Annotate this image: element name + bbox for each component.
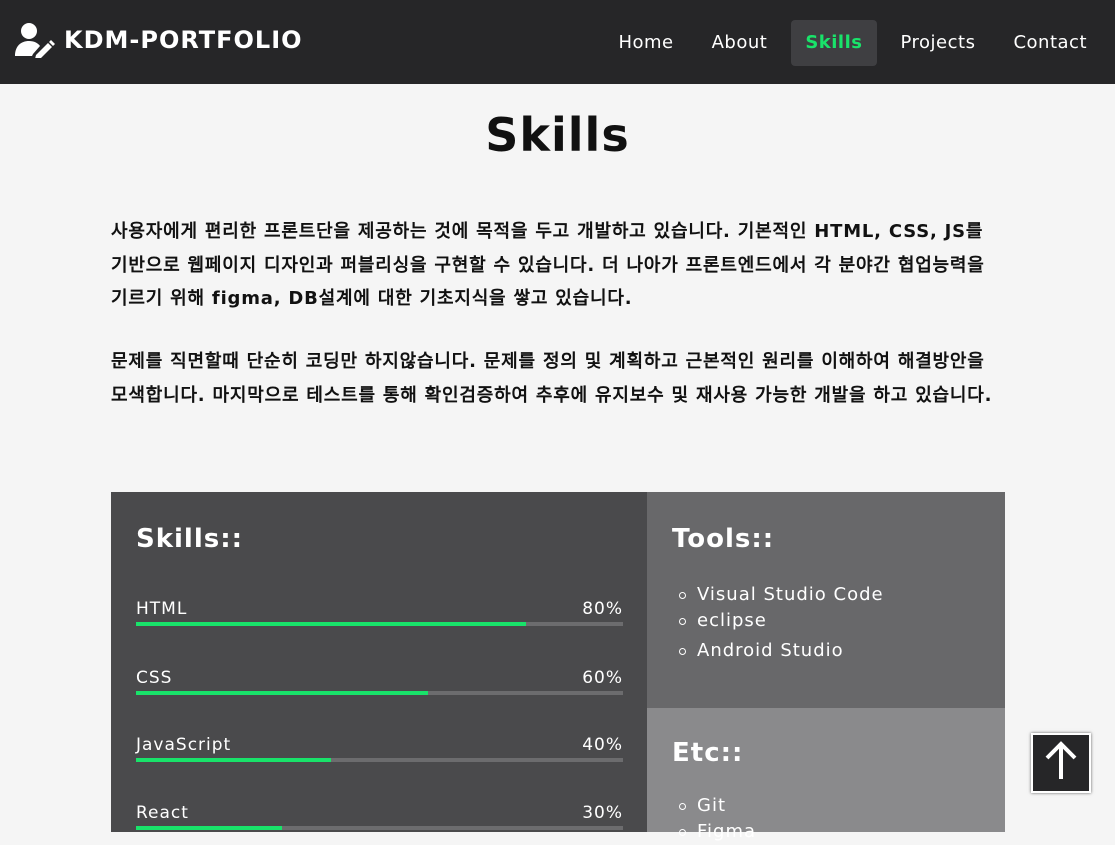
user-pen-icon (14, 22, 56, 58)
skills-title: Skills:: (136, 524, 244, 554)
skill-bar-track (136, 691, 623, 695)
skill-percent: 80% (582, 599, 623, 619)
etc-title: Etc:: (672, 738, 744, 768)
nav-home[interactable]: Home (604, 20, 687, 66)
skill-bar-track (136, 826, 623, 830)
intro-paragraph: 사용자에게 편리한 프론트단을 제공하는 것에 목적을 두고 개발하고 있습니다… (111, 221, 985, 309)
arrow-up-icon (1044, 741, 1078, 785)
tools-title: Tools:: (672, 524, 775, 554)
nav-about[interactable]: About (698, 20, 782, 66)
skill-bar-fill (136, 691, 429, 695)
main-nav: Home About Skills Projects Contact (594, 20, 1101, 66)
brand-name: KDM-PORTFOLIO (64, 26, 303, 54)
skill-name: JavaScript (136, 735, 232, 755)
skill-percent: 60% (582, 668, 623, 688)
skill-bar-fill (136, 622, 526, 626)
skill-bar-fill (136, 758, 331, 762)
navbar: KDM-PORTFOLIO Home About Skills Projects… (0, 0, 1115, 84)
scroll-top-button[interactable] (1031, 733, 1091, 793)
etc-box: Etc:: Git Figma (647, 708, 1005, 842)
tools-box: Tools:: Visual Studio Code eclipse Andro… (647, 492, 1005, 708)
tools-list: Visual Studio Code eclipse Android Studi… (672, 582, 884, 664)
nav-projects[interactable]: Projects (887, 20, 990, 66)
skills-box: Skills:: HTML 80% CSS 60% JavaScript 40%… (111, 492, 647, 832)
skill-bar-fill (136, 826, 283, 830)
brand-logo[interactable]: KDM-PORTFOLIO (14, 22, 303, 58)
nav-skills[interactable]: Skills (791, 20, 877, 66)
list-item: Figma (672, 819, 756, 845)
skill-bar-track (136, 622, 623, 626)
skill-name: HTML (136, 599, 188, 619)
list-item: Android Studio (672, 638, 884, 664)
list-item: Visual Studio Code (672, 582, 884, 608)
list-item: Git (672, 793, 756, 819)
list-item: eclipse (672, 608, 884, 634)
skill-name: React (136, 803, 189, 823)
etc-list: Git Figma (672, 793, 756, 845)
approach-paragraph: 문제를 직면할때 단순히 코딩만 하지않습니다. 문제를 정의 및 계획하고 근… (111, 351, 993, 406)
skill-percent: 30% (582, 803, 623, 823)
nav-contact[interactable]: Contact (999, 20, 1101, 66)
skills-panel: Skills:: HTML 80% CSS 60% JavaScript 40%… (111, 492, 1005, 842)
skill-percent: 40% (582, 735, 623, 755)
skill-name: CSS (136, 668, 173, 688)
page-title: Skills (485, 108, 630, 162)
skill-bar-track (136, 758, 623, 762)
